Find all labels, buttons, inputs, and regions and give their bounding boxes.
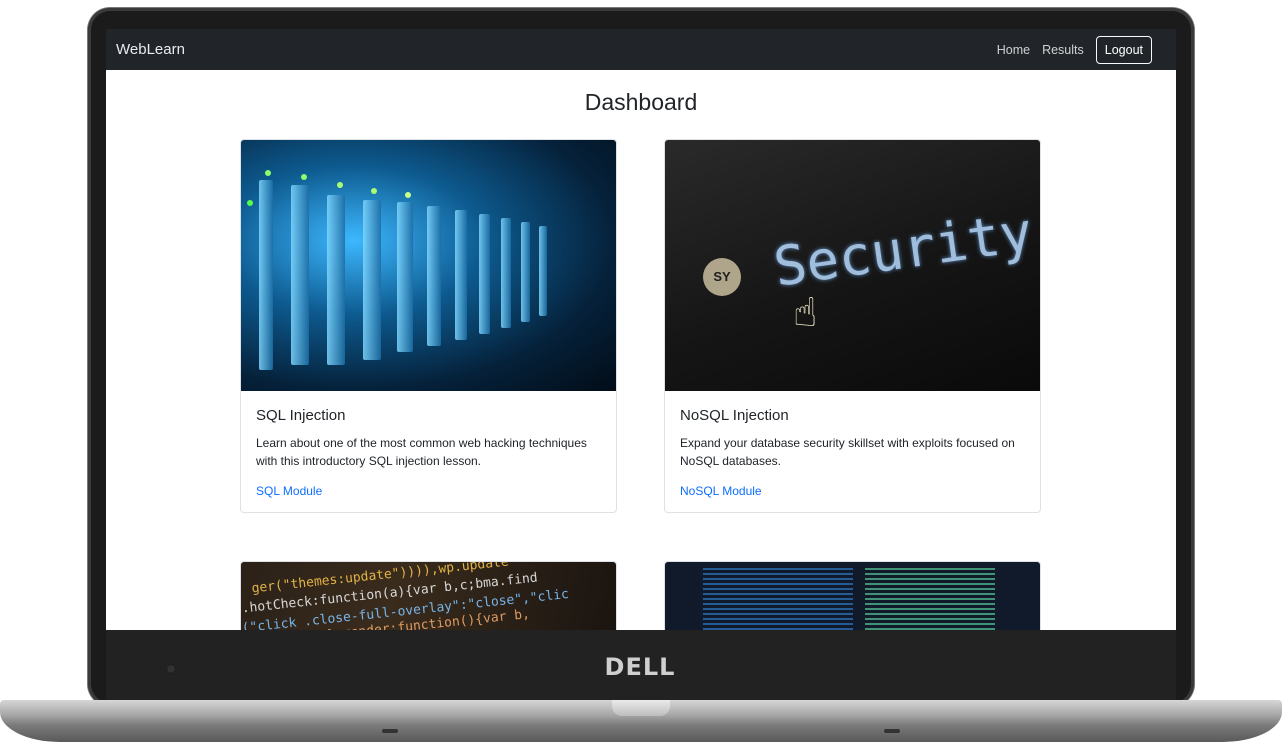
card-source-code: ger("themes:update")))),wp.update .hotCh…: [240, 561, 617, 630]
page-title: Dashboard: [584, 89, 698, 115]
card-title: SQL Injection: [256, 407, 346, 424]
card-title: NoSQL Injection: [680, 407, 789, 424]
card-sql-injection: SQL Injection Learn about one of the mos…: [240, 139, 617, 513]
logout-button[interactable]: Logout: [1095, 35, 1152, 64]
sensor-dot: [166, 664, 176, 674]
nav-links: Home Results Logout: [997, 35, 1166, 64]
card-terminal: [664, 561, 1041, 630]
card-body: SQL Injection Learn about one of the mos…: [241, 391, 616, 512]
nav-results-link[interactable]: Results: [1042, 43, 1084, 57]
badge-icon: SY: [703, 258, 741, 296]
dell-logo: DELL: [604, 653, 676, 681]
sql-module-link[interactable]: SQL Module: [256, 484, 322, 498]
source-code-image: ger("themes:update")))),wp.update .hotCh…: [241, 562, 616, 630]
terminal-image: [665, 562, 1040, 630]
laptop-notch: [612, 700, 670, 716]
laptop-foot: [884, 729, 900, 733]
laptop-foot: [382, 729, 398, 733]
navbar: WebLearn Home Results Logout: [106, 29, 1176, 70]
card-body: NoSQL Injection Expand your database sec…: [665, 391, 1040, 512]
nav-home-link[interactable]: Home: [997, 43, 1030, 57]
security-screen-image: SY Security ☝: [665, 140, 1040, 391]
card-text: Learn about one of the most common web h…: [256, 436, 587, 468]
server-rack-image: [241, 140, 616, 391]
card-nosql-injection: SY Security ☝ NoSQL Injection Expand you…: [664, 139, 1041, 513]
brand-link[interactable]: WebLearn: [116, 41, 185, 58]
browser-viewport: WebLearn Home Results Logout Dashboard S…: [106, 29, 1176, 630]
security-word: Security: [769, 200, 1037, 299]
hand-cursor-icon: ☝: [793, 291, 818, 335]
nosql-module-link[interactable]: NoSQL Module: [680, 484, 762, 498]
card-text: Expand your database security skillset w…: [680, 436, 1015, 468]
